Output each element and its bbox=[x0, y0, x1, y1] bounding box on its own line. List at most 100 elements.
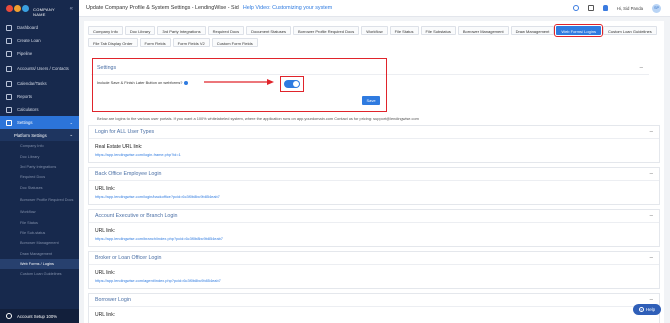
login-panel-broker: Broker or Loan Officer Login – URL link:… bbox=[88, 251, 660, 289]
tab-integrations[interactable]: 3rd Party Integrations bbox=[157, 26, 206, 35]
logo-mark bbox=[6, 5, 29, 12]
sidebar-item-pipeline[interactable]: Pipeline bbox=[0, 47, 79, 60]
logo[interactable]: COMPANY NAME « bbox=[0, 0, 79, 17]
panel-body: Real Estate URL link: https://app.lendin… bbox=[89, 139, 659, 162]
sub-item-file-sub-status[interactable]: File Sub-status bbox=[0, 228, 79, 238]
sub-item-company-info[interactable]: Company Info bbox=[0, 141, 79, 151]
pipeline-icon bbox=[6, 50, 12, 57]
tab-draw-management[interactable]: Draw Management bbox=[510, 26, 555, 35]
sidebar-item-calendar[interactable]: Calendar/Tasks bbox=[0, 77, 79, 90]
help-button-label: Help bbox=[645, 307, 656, 312]
tab-required-docs[interactable]: Required Docs bbox=[207, 26, 245, 35]
sub-item-borrower-management[interactable]: Borrower Management bbox=[0, 238, 79, 248]
sidebar-item-accounts[interactable]: Accounts/ Users / Contacts bbox=[0, 60, 79, 77]
arrow-annotation-icon bbox=[204, 79, 274, 85]
settings-highlight-box bbox=[92, 58, 387, 112]
sidebar-item-label: Accounts/ Users / Contacts bbox=[17, 66, 69, 71]
login-url-link[interactable]: https://app.lendingwise.com/agent/index.… bbox=[95, 278, 653, 283]
help-video-link[interactable]: Help Video: Customizing your system bbox=[243, 5, 332, 11]
tab-borrower-profile-docs[interactable]: Borrower Profile Required Docs bbox=[292, 26, 360, 35]
refresh-icon[interactable] bbox=[572, 5, 579, 11]
panel-body: URL link: https://app.lendingwise.com/br… bbox=[89, 223, 659, 246]
tab-file-substatus[interactable]: File Substatus bbox=[420, 26, 456, 35]
tab-file-status[interactable]: File Status bbox=[389, 26, 419, 35]
tab-borrower-management[interactable]: Borrower Management bbox=[457, 26, 509, 35]
login-panel-borrower: Borrower Login – URL link: bbox=[88, 293, 660, 323]
help-button[interactable]: ? Help bbox=[633, 304, 661, 315]
collapse-sidebar-icon[interactable]: « bbox=[70, 6, 73, 12]
top-bar-actions: Hi, Sid Panda SP bbox=[572, 3, 661, 13]
sub-item-doc-statuses[interactable]: Doc Statuses bbox=[0, 183, 79, 193]
sidebar-item-label: Create Loan bbox=[17, 38, 41, 43]
tab-custom-form-fields[interactable]: Custom Form Fields bbox=[211, 38, 258, 47]
platform-settings-group[interactable]: Platform Settings ⌄ bbox=[0, 129, 79, 141]
settings-tabs: Company Info Doc Library 3rd Party Integ… bbox=[84, 21, 664, 47]
sidebar-item-settings[interactable]: Settings ⌄ bbox=[0, 116, 79, 129]
sub-item-borrower-profile-docs[interactable]: Borrower Profile Required Docs bbox=[0, 193, 79, 207]
login-url-link[interactable]: https://app.lendingwise.com/branch/index… bbox=[95, 236, 653, 241]
sub-item-custom-loan-guidelines[interactable]: Custom Loan Guidelines bbox=[0, 269, 79, 279]
platform-settings-label: Platform Settings bbox=[14, 132, 47, 138]
login-url-link[interactable]: https://app.lendingwise.com/login-frame.… bbox=[95, 152, 653, 157]
tab-form-fields[interactable]: Form Fields bbox=[139, 38, 171, 47]
sidebar-item-reports[interactable]: Reports bbox=[0, 90, 79, 103]
sub-item-file-status[interactable]: File Status bbox=[0, 217, 79, 227]
sub-item-web-forms[interactable]: Web Forms / Logins bbox=[0, 258, 79, 270]
sub-item-required-docs[interactable]: Required Docs bbox=[0, 172, 79, 182]
tab-workflow[interactable]: Workflow bbox=[361, 26, 388, 35]
toggle-knob bbox=[293, 81, 299, 87]
panel-header[interactable]: Account Executive or Branch Login – bbox=[89, 210, 659, 223]
panel-header[interactable]: Borrower Login – bbox=[89, 294, 659, 307]
sub-item-workflow[interactable]: Workflow bbox=[0, 207, 79, 217]
tab-company-info[interactable]: Company Info bbox=[88, 26, 123, 35]
tab-form-fields-v2[interactable]: Form Fields V2 bbox=[172, 38, 210, 47]
save-finish-toggle[interactable] bbox=[284, 80, 300, 88]
collapse-icon[interactable]: – bbox=[640, 65, 643, 71]
panel-header[interactable]: Broker or Loan Officer Login – bbox=[89, 252, 659, 265]
sub-item-integrations[interactable]: 3rd Party Integrations bbox=[0, 162, 79, 172]
collapse-icon[interactable]: – bbox=[650, 213, 653, 219]
account-setup-progress[interactable]: Account Setup 100% bbox=[0, 309, 79, 323]
sidebar-item-label: Calendar/Tasks bbox=[17, 81, 47, 86]
apps-icon[interactable] bbox=[587, 5, 594, 11]
url-label: URL link: bbox=[95, 312, 116, 318]
collapse-icon[interactable]: – bbox=[650, 297, 653, 303]
sidebar: COMPANY NAME « Dashboard Create Loan Pip… bbox=[0, 0, 79, 323]
create-loan-icon bbox=[6, 37, 12, 44]
sub-item-draw-management[interactable]: Draw Management bbox=[0, 249, 79, 259]
sidebar-item-label: Dashboard bbox=[17, 25, 39, 30]
save-button[interactable]: Save bbox=[362, 96, 380, 105]
tab-doc-library[interactable]: Doc Library bbox=[124, 26, 156, 35]
tab-document-statuses[interactable]: Document Statuses bbox=[246, 26, 291, 35]
tab-custom-loan-guidelines[interactable]: Custom Loan Guidelines bbox=[602, 26, 657, 35]
calculator-icon bbox=[6, 106, 12, 113]
panel-heading: Broker or Loan Officer Login bbox=[95, 255, 162, 261]
calendar-icon bbox=[6, 80, 12, 87]
tab-file-tab-display-order[interactable]: File Tab Display Order bbox=[88, 38, 138, 47]
tab-web-forms-logins[interactable]: Web Forms/ Logins bbox=[554, 24, 603, 37]
panel-body: URL link: https://app.lendingwise.com/ag… bbox=[89, 265, 659, 288]
help-icon: ? bbox=[638, 307, 644, 312]
login-panel-all-users: Login for ALL User Types – Real Estate U… bbox=[88, 125, 660, 163]
panel-heading: Account Executive or Branch Login bbox=[95, 213, 178, 219]
url-label: URL link: bbox=[95, 228, 116, 234]
sidebar-item-label: Calculators bbox=[17, 107, 39, 112]
collapse-icon[interactable]: – bbox=[650, 129, 653, 135]
bell-icon[interactable] bbox=[602, 5, 608, 11]
user-greeting[interactable]: Hi, Sid Panda bbox=[617, 6, 643, 11]
panel-header[interactable]: Back Office Employee Login – bbox=[89, 168, 659, 181]
sub-item-doc-library[interactable]: Doc Library bbox=[0, 151, 79, 161]
account-setup-label: Account Setup 100% bbox=[17, 313, 58, 319]
sidebar-item-create-loan[interactable]: Create Loan bbox=[0, 34, 79, 47]
login-url-link[interactable]: https://app.lendingwise.com/login/backof… bbox=[95, 194, 653, 199]
collapse-icon[interactable]: – bbox=[650, 255, 653, 261]
avatar[interactable]: SP bbox=[652, 3, 661, 13]
login-panel-back-office: Back Office Employee Login – URL link: h… bbox=[88, 167, 660, 205]
sidebar-item-dashboard[interactable]: Dashboard bbox=[0, 21, 79, 34]
panel-header[interactable]: Login for ALL User Types – bbox=[89, 126, 659, 139]
brand-name: COMPANY NAME bbox=[33, 6, 55, 17]
sidebar-item-calculators[interactable]: Calculators bbox=[0, 103, 79, 116]
collapse-icon[interactable]: – bbox=[650, 171, 653, 177]
url-label: Real Estate URL link: bbox=[95, 144, 143, 150]
page-title: Update Company Profile & System Settings… bbox=[86, 5, 239, 11]
